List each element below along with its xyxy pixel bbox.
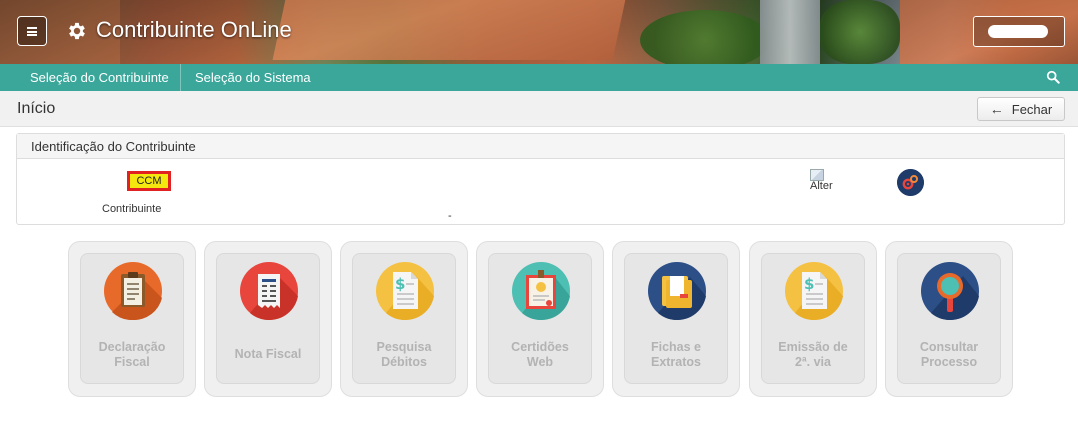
banner-photo-roof [272, 0, 628, 60]
alter-image-alt: Alter [810, 180, 833, 192]
panel-heading: Identificação do Contribuinte [31, 139, 196, 154]
close-button[interactable]: ← Fechar [977, 97, 1065, 121]
app-title: Contribuinte OnLine [96, 17, 292, 42]
svg-text:$: $ [395, 275, 405, 293]
tile-label: Declaração Fiscal [81, 340, 183, 370]
clipboard-icon [104, 262, 162, 320]
tile-label: Nota Fiscal [234, 347, 302, 361]
tile-label-line2: Web [526, 355, 554, 369]
hamburger-menu-icon [27, 26, 37, 36]
top-nav-bar: Seleção do Contribuinte Seleção do Siste… [0, 64, 1078, 91]
tile-consultar-processo[interactable]: Consultar Processo [885, 241, 1013, 397]
contribuinte-value-placeholder: - [448, 210, 452, 222]
tile-label: Certidões Web [489, 340, 591, 370]
banner-photo-road [760, 0, 820, 64]
tile-card: Nota Fiscal [216, 253, 320, 384]
tile-label: Pesquisa Débitos [353, 340, 455, 370]
tile-label: Emissão de 2ª. via [762, 340, 864, 370]
tile-label: Fichas e Extratos [625, 340, 727, 370]
nav-item-selecao-sistema[interactable]: Seleção do Sistema [195, 64, 311, 91]
tile-label-line2: Processo [920, 355, 978, 369]
tile-label-line2: Débitos [381, 355, 427, 369]
tile-certidoes-web[interactable]: Certidões Web [476, 241, 604, 397]
receipt-icon [240, 262, 298, 320]
tile-nota-fiscal[interactable]: Nota Fiscal [204, 241, 332, 397]
search-icon[interactable] [1046, 70, 1060, 84]
page-title-bar: Início [0, 91, 1078, 127]
banner-photo-tree [640, 10, 770, 64]
tile-card: Declaração Fiscal [80, 253, 184, 384]
tile-emissao-2a-via[interactable]: $ Emissão de 2ª. via [749, 241, 877, 397]
certificate-icon [512, 262, 570, 320]
gear-icon [69, 22, 85, 40]
tile-fichas-extratos[interactable]: Fichas e Extratos [612, 241, 740, 397]
tile-label-line1: Consultar [919, 340, 979, 354]
tile-card: Consultar Processo [897, 253, 1001, 384]
banner-photo-tree [820, 0, 900, 64]
header-banner: Contribuinte OnLine [0, 0, 1078, 64]
tile-card: $ Pesquisa Débitos [352, 253, 456, 384]
settings-gears-icon[interactable] [897, 169, 924, 196]
ccm-badge: CCM [127, 171, 171, 191]
alter-image[interactable]: Alter [810, 169, 840, 195]
arrow-left-icon: ← [989, 101, 1004, 117]
folder-icon [648, 262, 706, 320]
tile-pesquisa-debitos[interactable]: $ Pesquisa Débitos [340, 241, 468, 397]
user-account-button[interactable] [973, 16, 1065, 47]
tile-label-line1: Declaração [98, 340, 166, 354]
tile-label-line1: Emissão de [778, 340, 848, 354]
tile-declaracao-fiscal[interactable]: Declaração Fiscal [68, 241, 196, 397]
dollar-document-icon: $ [376, 262, 434, 320]
tile-label-line2: Fiscal [114, 355, 150, 369]
nav-divider [180, 64, 181, 91]
nav-item-selecao-contribuinte[interactable]: Seleção do Contribuinte [30, 64, 169, 91]
user-name-placeholder [988, 25, 1048, 38]
page-title: Início [17, 100, 56, 117]
magnifier-icon [921, 262, 979, 320]
tile-card: Certidões Web [488, 253, 592, 384]
panel-header: Identificação do Contribuinte [17, 134, 1064, 159]
menu-toggle-button[interactable] [17, 16, 47, 46]
tile-label-line1: Certidões [511, 340, 569, 354]
contribuinte-label: Contribuinte [102, 203, 162, 215]
close-button-label: Fechar [1011, 101, 1053, 117]
svg-text:$: $ [804, 275, 814, 293]
tile-label-line2: Extratos [650, 355, 702, 369]
dollar-document-icon: $ [785, 262, 843, 320]
tile-label-line1: Fichas e [650, 340, 702, 354]
tile-label-line2: 2ª. via [795, 355, 831, 369]
tile-label-line1: Pesquisa [376, 340, 432, 354]
tile-card: $ Emissão de 2ª. via [761, 253, 865, 384]
tile-card: Fichas e Extratos [624, 253, 728, 384]
tile-label: Consultar Processo [898, 340, 1000, 370]
contribuinte-panel: Identificação do Contribuinte CCM Contri… [16, 133, 1065, 225]
